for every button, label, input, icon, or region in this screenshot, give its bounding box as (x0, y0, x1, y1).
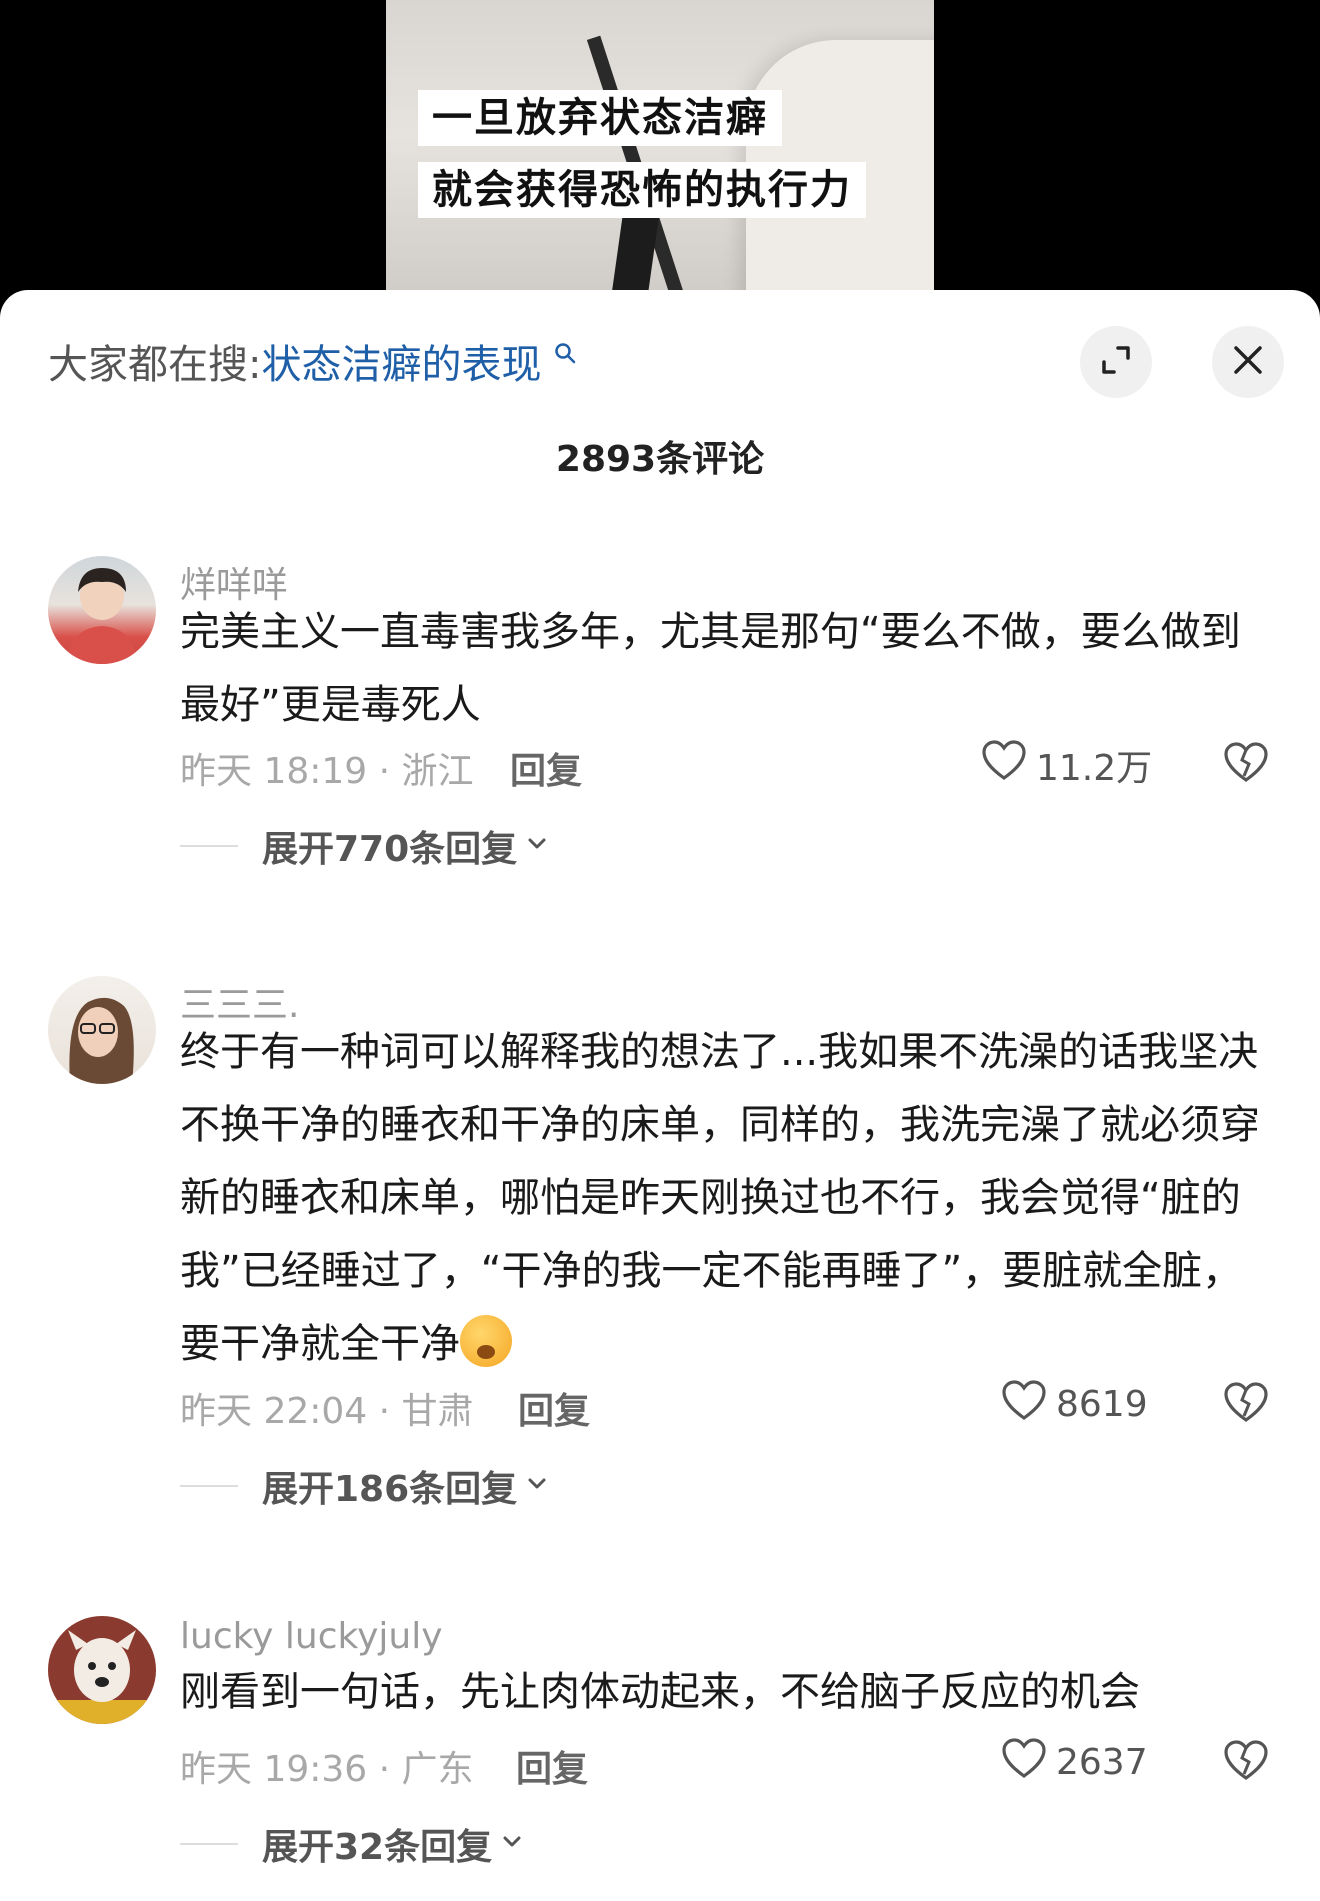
comment-count: 2893条评论 (555, 439, 765, 480)
expand-replies-label: 展开32条回复 (262, 1827, 493, 1868)
like-count: 11.2万 (1036, 747, 1153, 789)
trending-search[interactable]: 大家都在搜:状态洁癖的表现 (48, 332, 576, 390)
comment-text: 终于有一种词可以解释我的想法了...我如果不洗澡的话我坚决不换干净的睡衣和干净的… (180, 1016, 1260, 1381)
divider (180, 1485, 238, 1487)
comment-text: 完美主义一直毒害我多年，尤其是那句“要么不做，要么做到最好”更是毒死人 (180, 609, 1241, 728)
expand-replies-button[interactable]: 展开770条回复 (180, 820, 549, 872)
avatar[interactable] (48, 1616, 156, 1724)
divider (180, 845, 238, 847)
chevron-down-icon (525, 832, 549, 860)
divider (180, 1843, 238, 1845)
reply-button[interactable]: 回复 (518, 1382, 590, 1434)
avatar[interactable] (48, 556, 156, 664)
video-caption-line1: 一旦放弃状态洁癖 (418, 90, 782, 146)
close-button[interactable] (1212, 326, 1284, 398)
video-area[interactable]: 一旦放弃状态洁癖 就会获得恐怖的执行力 (0, 0, 1320, 300)
heart-icon (1000, 1736, 1056, 1789)
expand-replies-label: 展开186条回复 (262, 1469, 518, 1510)
dislike-button[interactable] (1222, 740, 1270, 788)
dislike-button[interactable] (1222, 1738, 1270, 1786)
expand-button[interactable] (1080, 326, 1152, 398)
smirk-emoji-icon (460, 1315, 512, 1367)
comment-username[interactable]: lucky luckyjuly (180, 1616, 443, 1657)
broken-heart-icon (1222, 742, 1270, 788)
like-count: 2637 (1056, 1742, 1148, 1783)
like-button[interactable]: 11.2万 (980, 738, 1152, 791)
dislike-button[interactable] (1222, 1380, 1270, 1428)
video-frame[interactable]: 一旦放弃状态洁癖 就会获得恐怖的执行力 (386, 0, 934, 300)
trending-search-keyword[interactable]: 状态洁癖的表现 (261, 342, 541, 388)
reply-button[interactable]: 回复 (516, 1740, 588, 1792)
reply-button[interactable]: 回复 (510, 742, 582, 794)
like-button[interactable]: 2637 (1000, 1736, 1148, 1789)
like-button[interactable]: 8619 (1000, 1378, 1148, 1431)
avatar[interactable] (48, 976, 156, 1084)
expand-replies-label: 展开770条回复 (262, 829, 518, 870)
comment-meta: 昨天 18:19 · 浙江 (180, 751, 474, 792)
comment-text: 刚看到一句话，先让肉体动起来，不给脑子反应的机会 (180, 1669, 1140, 1715)
expand-icon (1099, 343, 1133, 381)
comment-text-body: 终于有一种词可以解释我的想法了...我如果不洗澡的话我坚决不换干净的睡衣和干净的… (180, 1029, 1260, 1367)
comment-meta: 昨天 22:04 · 甘肃 (180, 1391, 474, 1432)
comment-sheet: 大家都在搜:状态洁癖的表现 2893条评论 烊咩咩 完美主义一直毒害我多年，尤其… (0, 290, 1320, 1901)
expand-replies-button[interactable]: 展开186条回复 (180, 1460, 549, 1512)
like-count: 8619 (1056, 1384, 1148, 1425)
heart-icon (980, 738, 1036, 791)
broken-heart-icon (1222, 1740, 1270, 1786)
expand-replies-button[interactable]: 展开32条回复 (180, 1818, 524, 1870)
close-icon (1232, 344, 1264, 380)
search-icon (545, 338, 576, 371)
broken-heart-icon (1222, 1382, 1270, 1428)
comment-meta: 昨天 19:36 · 广东 (180, 1749, 474, 1790)
chevron-down-icon (525, 1472, 549, 1500)
trending-search-prefix: 大家都在搜: (48, 342, 262, 388)
chevron-down-icon (500, 1830, 524, 1858)
heart-icon (1000, 1378, 1056, 1431)
video-caption-line2: 就会获得恐怖的执行力 (418, 162, 866, 218)
